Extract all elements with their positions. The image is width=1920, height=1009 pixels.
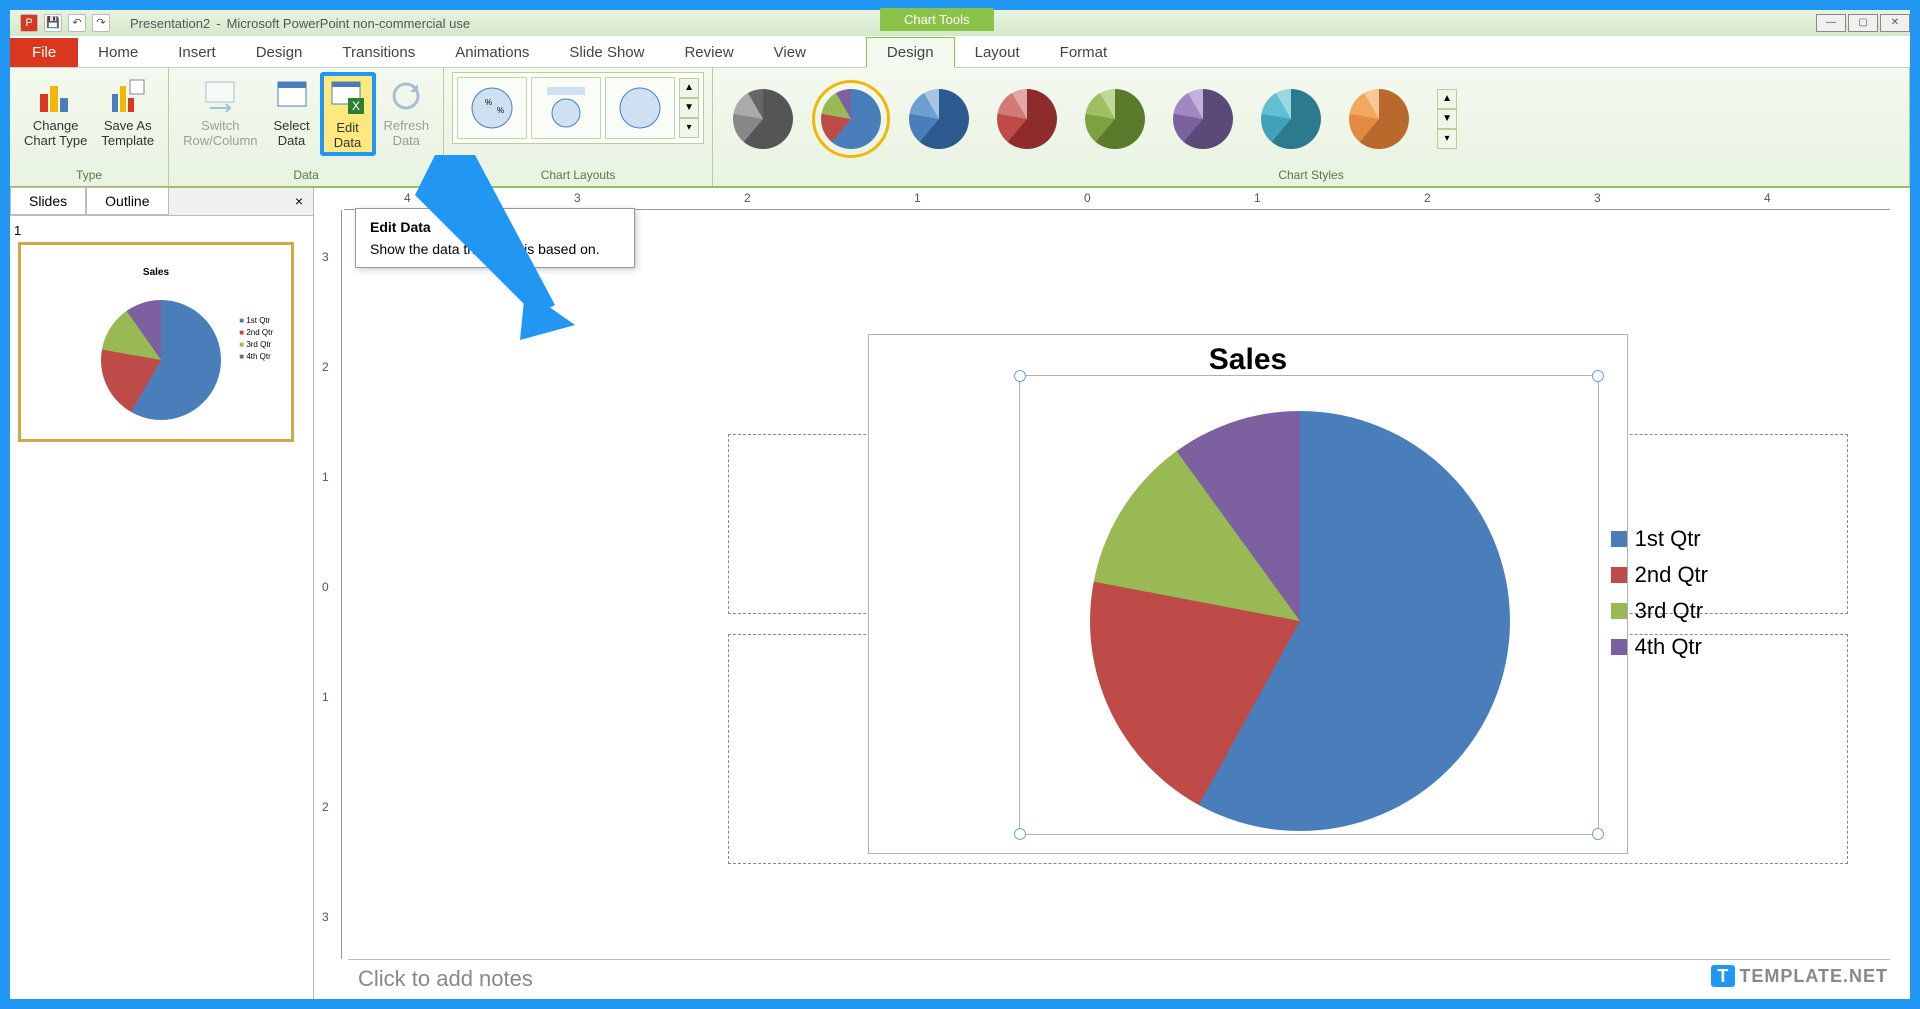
chart-style-multicolor[interactable]: [821, 89, 881, 149]
edit-data-button[interactable]: X Edit Data: [320, 72, 376, 156]
save-as-template-button[interactable]: Save As Template: [95, 72, 160, 152]
chart-style-gray[interactable]: [733, 89, 793, 149]
tab-chart-design[interactable]: Design: [866, 37, 955, 68]
gallery-scroll[interactable]: ▲▼▾: [679, 78, 699, 138]
vertical-ruler: 3210123: [314, 210, 342, 959]
select-data-icon: [272, 76, 312, 116]
chart-legend[interactable]: 1st Qtr2nd Qtr3rd Qtr4th Qtr: [1611, 526, 1708, 670]
tab-view[interactable]: View: [754, 38, 826, 67]
refresh-data-button: Refresh Data: [378, 72, 436, 152]
refresh-icon: [386, 76, 426, 116]
tab-transitions[interactable]: Transitions: [322, 38, 435, 67]
switch-icon: [200, 76, 240, 116]
maximize-button[interactable]: ▢: [1848, 14, 1878, 32]
ribbon-group-data: Switch Row/Column Select Data X Edit Dat…: [169, 68, 444, 186]
ribbon-tabs: File Home Insert Design Transitions Anim…: [10, 36, 1910, 68]
notes-pane[interactable]: Click to add notes: [348, 959, 1890, 999]
svg-text:X: X: [352, 99, 360, 113]
chart-layout-3[interactable]: [605, 77, 675, 139]
save-icon[interactable]: 💾: [44, 14, 62, 32]
chart-object[interactable]: Sales 1st Qtr2nd Qtr3rd Qtr4th Qtr: [868, 334, 1628, 854]
tab-home[interactable]: Home: [78, 38, 158, 67]
selection-handle[interactable]: [1592, 370, 1604, 382]
undo-icon[interactable]: ↶: [68, 14, 86, 32]
tab-file[interactable]: File: [10, 38, 78, 67]
tab-review[interactable]: Review: [664, 38, 753, 67]
slide-thumbnail-1[interactable]: Sales ■ 1st Qtr ■ 2nd Qtr ■ 3rd Qtr ■ 4t…: [18, 242, 294, 442]
chart-layout-1[interactable]: %%: [457, 77, 527, 139]
minimize-button[interactable]: —: [1816, 14, 1846, 32]
close-button[interactable]: ✕: [1880, 14, 1910, 32]
watermark: TTEMPLATE.NET: [1711, 966, 1888, 987]
tab-slides[interactable]: Slides: [10, 187, 86, 215]
pie-layout-icon: %%: [467, 83, 517, 133]
chart-layout-2[interactable]: [531, 77, 601, 139]
template-icon: [108, 76, 148, 116]
chart-layouts-gallery[interactable]: %% ▲▼▾: [452, 72, 704, 144]
thumbnail-pie-icon: [101, 300, 221, 420]
window-controls: — ▢ ✕: [1814, 14, 1910, 32]
powerpoint-icon: P: [20, 14, 38, 32]
chart-style-purple[interactable]: [1173, 89, 1233, 149]
bar-chart-icon: [36, 76, 76, 116]
slide-number: 1: [14, 223, 21, 238]
document-title: Presentation2: [130, 16, 210, 31]
svg-text:%: %: [485, 98, 492, 107]
tab-chart-layout[interactable]: Layout: [955, 38, 1040, 67]
switch-row-column-button: Switch Row/Column: [177, 72, 263, 152]
ribbon-group-type: Change Chart Type Save As Template Type: [10, 68, 169, 186]
selection-handle[interactable]: [1014, 828, 1026, 840]
chart-style-teal[interactable]: [1261, 89, 1321, 149]
pie-layout-icon: [541, 83, 591, 133]
ribbon: Change Chart Type Save As Template Type …: [10, 68, 1910, 188]
chart-style-green[interactable]: [1085, 89, 1145, 149]
workspace: Slides Outline × 1 Sales ■ 1st Qtr ■ 2nd…: [10, 188, 1910, 999]
pie-chart[interactable]: [1090, 411, 1510, 831]
thumbnails-close-button[interactable]: ×: [285, 188, 313, 215]
select-data-button[interactable]: Select Data: [266, 72, 318, 152]
selection-handle[interactable]: [1014, 370, 1026, 382]
tab-insert[interactable]: Insert: [158, 38, 236, 67]
thumbnail-tabs: Slides Outline ×: [10, 188, 313, 216]
svg-text:%: %: [497, 106, 504, 115]
tab-chart-format[interactable]: Format: [1040, 38, 1128, 67]
redo-icon[interactable]: ↷: [92, 14, 110, 32]
tab-animations[interactable]: Animations: [435, 38, 549, 67]
tab-slide-show[interactable]: Slide Show: [549, 38, 664, 67]
tab-design[interactable]: Design: [236, 38, 323, 67]
ribbon-group-chart-styles: ▲▼▾ Chart Styles: [713, 68, 1910, 186]
change-chart-type-button[interactable]: Change Chart Type: [18, 72, 93, 152]
chart-plot-area[interactable]: 1st Qtr2nd Qtr3rd Qtr4th Qtr: [1019, 375, 1599, 835]
annotation-arrow: [405, 155, 585, 355]
pie-layout-icon: [615, 83, 665, 133]
chart-styles-gallery[interactable]: ▲▼▾: [721, 72, 1901, 166]
app-title: Microsoft PowerPoint non-commercial use: [227, 16, 470, 31]
thumbnail-legend: ■ 1st Qtr ■ 2nd Qtr ■ 3rd Qtr ■ 4th Qtr: [239, 315, 273, 363]
slide-thumbnails-panel: Slides Outline × 1 Sales ■ 1st Qtr ■ 2nd…: [10, 188, 314, 999]
chart-tools-context-tab: Chart Tools: [880, 8, 994, 31]
chart-style-orange[interactable]: [1349, 89, 1409, 149]
chart-style-blue[interactable]: [909, 89, 969, 149]
edit-data-icon: X: [328, 78, 368, 118]
chart-style-red[interactable]: [997, 89, 1057, 149]
tab-outline[interactable]: Outline: [86, 187, 168, 215]
quick-access-toolbar: P 💾 ↶ ↷: [20, 14, 110, 32]
title-bar: P 💾 ↶ ↷ Presentation2 - Microsoft PowerP…: [10, 10, 1910, 36]
selection-handle[interactable]: [1592, 828, 1604, 840]
styles-scroll[interactable]: ▲▼▾: [1437, 89, 1457, 149]
